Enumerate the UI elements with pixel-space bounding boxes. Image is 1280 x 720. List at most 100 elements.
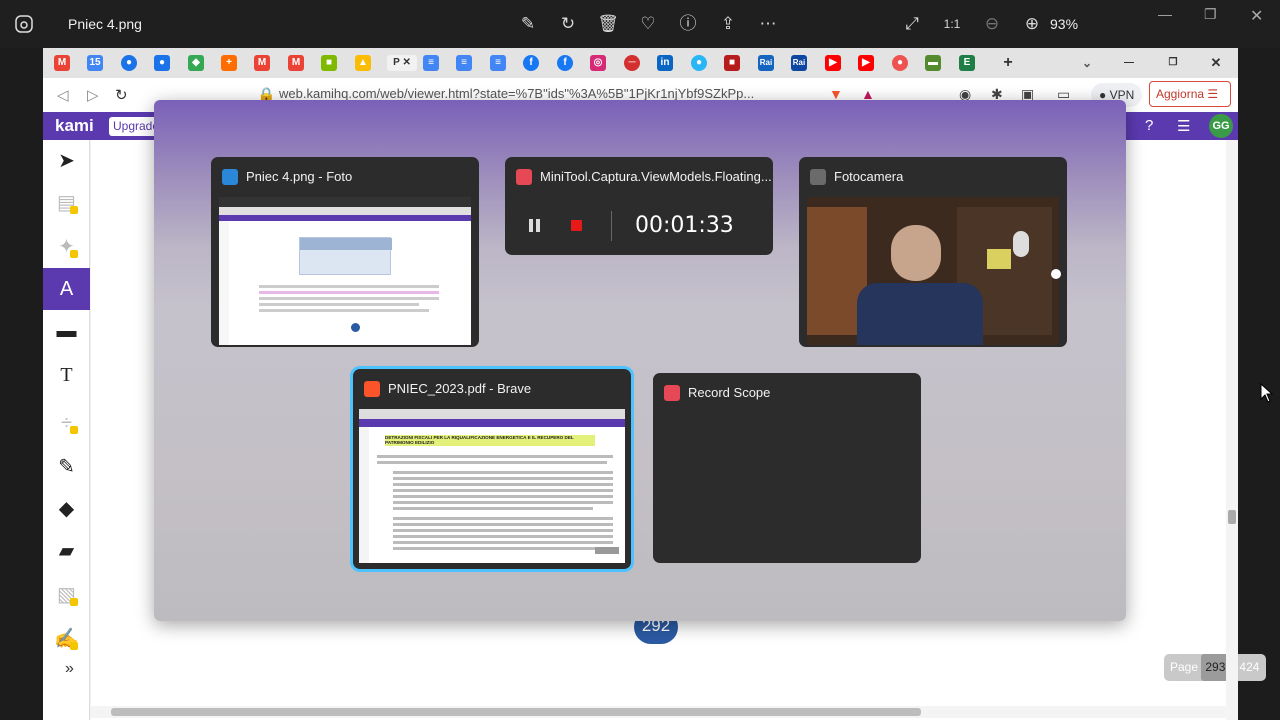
new-tab-icon[interactable]: +	[1000, 55, 1016, 71]
linkedin-tab-icon[interactable]: in	[657, 55, 673, 71]
gmail-tab-icon-3[interactable]: M	[288, 55, 304, 71]
fullscreen-icon[interactable]: ⤢	[892, 12, 932, 36]
lock-badge-icon	[70, 598, 78, 606]
help-icon[interactable]: ?	[1145, 117, 1153, 134]
camera-icon	[810, 169, 826, 185]
gmail-tab-icon[interactable]: M	[54, 55, 70, 71]
reload-icon[interactable]: ↻	[115, 86, 128, 104]
share-icon[interactable]: ⇪	[708, 12, 748, 36]
youtube-tab-icon-2[interactable]: ▶	[858, 55, 874, 71]
scroll-thumb[interactable]	[1228, 510, 1236, 524]
markup-tool-icon[interactable]: ▤	[43, 182, 90, 224]
drawing-tool-icon[interactable]: ✎	[43, 446, 90, 488]
app-tab-icon[interactable]: +	[221, 55, 237, 71]
browser-close-icon[interactable]: ✕	[1208, 55, 1224, 71]
signature-tool-icon[interactable]: ✍	[43, 618, 90, 660]
window-card-foto[interactable]: Pniec 4.png - Foto	[211, 157, 479, 347]
active-tab-icon[interactable]: P ✕	[387, 55, 417, 71]
microsoft-tab-icon[interactable]: ■	[321, 55, 337, 71]
comment-tool-icon[interactable]: ✦	[43, 226, 90, 268]
contacts-tab-icon[interactable]: ●	[154, 55, 170, 71]
news-tab-icon[interactable]: ─	[624, 55, 640, 71]
select-tool-icon[interactable]: ➤	[43, 140, 90, 182]
back-icon[interactable]: ◁	[57, 86, 69, 104]
shape-tool-icon[interactable]: ◆	[43, 488, 90, 530]
highlight-tool-icon[interactable]: A	[43, 268, 90, 310]
browser-minimize-icon[interactable]: —	[1121, 55, 1137, 71]
browser-maximize-icon[interactable]: ❐	[1165, 55, 1181, 71]
thumb-text-line	[393, 529, 613, 532]
thumb-text-line	[393, 523, 613, 526]
window-card-fotocamera[interactable]: Fotocamera	[799, 157, 1067, 347]
lock-badge-icon	[70, 250, 78, 258]
window-card-record-scope[interactable]: Record Scope	[653, 373, 921, 563]
thumb-text-line	[393, 489, 613, 492]
user-avatar[interactable]: GG	[1209, 114, 1233, 138]
record-icon	[516, 169, 532, 185]
expand-toolbar-icon[interactable]: »	[65, 660, 74, 678]
app-tab-icon-3[interactable]: ●	[892, 55, 908, 71]
actual-size-icon[interactable]: 1:1	[932, 12, 972, 36]
text-tool-icon[interactable]: T	[43, 354, 90, 396]
thumb-pager	[595, 547, 619, 554]
close-icon[interactable]: ✕	[1250, 6, 1263, 26]
equation-tool-icon[interactable]: ÷	[43, 402, 90, 444]
thumb-page-badge	[351, 323, 360, 332]
drop-tab-icon[interactable]: ●	[691, 55, 707, 71]
thumb-text-line	[393, 477, 613, 480]
maps-tab-icon[interactable]: ◆	[188, 55, 204, 71]
vertical-scrollbar[interactable]	[1226, 140, 1238, 720]
info-icon[interactable]: ⓘ	[668, 12, 708, 36]
update-button[interactable]: Aggiorna ☰	[1149, 81, 1231, 107]
excel-tab-icon[interactable]: E	[959, 55, 975, 71]
more-options-icon[interactable]: ⋯	[748, 12, 788, 36]
window-card-brave-pdf[interactable]: PNIEC_2023.pdf - Brave DETRAZIONI FISCAL…	[353, 369, 631, 569]
divider	[611, 211, 612, 241]
edit-image-icon[interactable]: ✎	[508, 12, 548, 36]
thumb-text-line	[259, 285, 439, 288]
instagram-tab-icon[interactable]: ◎	[590, 55, 606, 71]
thumb-object	[987, 249, 1011, 269]
window-card-captura[interactable]: MiniTool.Captura.ViewModels.Floating... …	[505, 157, 773, 255]
docs-tab-icon-3[interactable]: ≡	[490, 55, 506, 71]
tab-list-icon[interactable]: ⌄	[1079, 55, 1095, 71]
chat-tab-icon[interactable]: ●	[121, 55, 137, 71]
minimize-icon[interactable]: —	[1158, 6, 1172, 22]
pause-icon[interactable]	[529, 219, 540, 232]
zoom-in-icon[interactable]: ⊕	[1012, 12, 1052, 36]
app-tab-icon-4[interactable]: ▬	[925, 55, 941, 71]
eraser-tool-icon[interactable]: ▰	[43, 530, 90, 572]
thumb-text-line	[393, 483, 613, 486]
image-tool-icon[interactable]: ▧	[43, 574, 90, 616]
brave-icon	[364, 381, 380, 397]
facebook-tab-icon[interactable]: f	[523, 55, 539, 71]
rai-tab-icon-2[interactable]: Rai	[791, 55, 807, 71]
url-field[interactable]: web.kamihq.com/web/viewer.html?state=%7B…	[279, 86, 754, 101]
youtube-tab-icon[interactable]: ▶	[825, 55, 841, 71]
task-switcher: Pniec 4.png - Foto MiniTool.Captura.View…	[154, 100, 1126, 621]
thumb-text-line	[393, 471, 613, 474]
drive-tab-icon[interactable]: ▲	[355, 55, 371, 71]
delete-icon[interactable]: 🗑	[588, 12, 628, 36]
menu-icon[interactable]: ☰	[1177, 117, 1190, 135]
forward-icon[interactable]: ▷	[87, 86, 99, 104]
thumb-toolbar	[359, 427, 369, 563]
stop-icon[interactable]	[571, 220, 582, 231]
docs-tab-icon-2[interactable]: ≡	[456, 55, 472, 71]
horizontal-scrollbar[interactable]	[91, 706, 1226, 718]
maximize-icon[interactable]: ❐	[1204, 6, 1217, 23]
rotate-icon[interactable]: ↻	[548, 12, 588, 36]
app-tab-icon-2[interactable]: ■	[724, 55, 740, 71]
chat-comment-icon[interactable]: ▬	[43, 310, 90, 352]
docs-tab-icon[interactable]: ≡	[423, 55, 439, 71]
calendar-tab-icon[interactable]: 15	[87, 55, 103, 71]
favorite-icon[interactable]: ♡	[628, 12, 668, 36]
facebook-tab-icon-2[interactable]: f	[557, 55, 573, 71]
rai-tab-icon[interactable]: Rai	[758, 55, 774, 71]
thumb-text-line	[393, 507, 593, 510]
scroll-thumb[interactable]	[111, 708, 921, 716]
zoom-out-icon[interactable]: ⊖	[972, 12, 1012, 36]
gmail-tab-icon-2[interactable]: M	[254, 55, 270, 71]
thumb-toolbar	[219, 221, 229, 345]
page-indicator[interactable]: Page 293 / 424	[1164, 654, 1266, 681]
